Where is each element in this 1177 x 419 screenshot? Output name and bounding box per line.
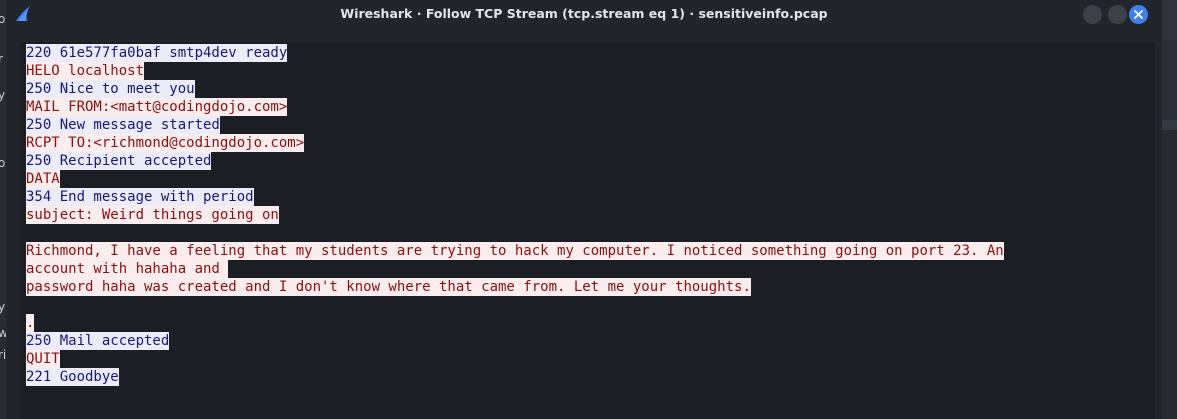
client-stream-line: . [26,314,1004,332]
stream-line-text: 354 End message with period [26,188,254,206]
stream-text-view[interactable]: 220 61e577fa0baf smtp4dev ready HELO loca… [20,42,1155,419]
stream-line-text: 250 Nice to meet you [26,80,195,98]
stream-line-text: account with hahaha and [26,260,229,278]
background-text-fragment: y [0,88,6,102]
server-stream-line: 354 End message with period [26,188,1004,206]
server-stream-line: 250 Nice to meet you [26,80,1004,98]
stream-line-text: MAIL FROM:<matt@codingdojo.com> [26,98,288,116]
background-window-edge-right [1162,0,1177,419]
background-text-fragment: y [0,300,6,314]
close-button[interactable] [1129,5,1148,24]
stream-line-text: 250 Recipient accepted [26,152,212,170]
stream-blank-line [26,224,1004,242]
client-stream-line: account with hahaha and [26,260,1004,278]
client-stream-line: subject: Weird things going on [26,206,1004,224]
stream-blank-line [26,296,1004,314]
client-stream-line: QUIT [26,350,1004,368]
background-text-fragment: o [0,12,6,26]
stream-line-text: Richmond, I have a feeling that my stude… [26,242,1004,260]
stream-line-text: . [26,314,35,332]
stream-line-text: 250 New message started [26,116,220,134]
background-text-fragment: r [0,52,3,66]
client-stream-line: Richmond, I have a feeling that my stude… [26,242,1004,260]
server-stream-line: 250 Mail accepted [26,332,1004,350]
client-stream-line: HELO localhost [26,62,1004,80]
stream-line-text: DATA [26,170,60,188]
client-stream-line: MAIL FROM:<matt@codingdojo.com> [26,98,1004,116]
stream-line-text: 250 Mail accepted [26,332,170,350]
stream-line-text: QUIT [26,350,60,368]
tcp-stream-content: 220 61e577fa0baf smtp4dev ready HELO loca… [26,44,1004,386]
maximize-button[interactable] [1108,5,1127,24]
stream-line-text: subject: Weird things going on [26,206,279,224]
stream-line-text: password haha was created and I don't kn… [26,278,751,296]
background-text-fragment: o [0,156,6,170]
stream-line-text: 221 Goodbye [26,368,119,386]
client-stream-line: RCPT TO:<richmond@codingdojo.com> [26,134,1004,152]
window-title: Wireshark · Follow TCP Stream (tcp.strea… [340,6,828,21]
follow-tcp-stream-window: Wireshark · Follow TCP Stream (tcp.strea… [6,0,1162,419]
server-stream-line: 250 Recipient accepted [26,152,1004,170]
minimize-button[interactable] [1083,5,1102,24]
server-stream-line: 220 61e577fa0baf smtp4dev ready [26,44,1004,62]
server-stream-line: 250 New message started [26,116,1004,134]
close-icon [1134,10,1143,19]
stream-line-text: RCPT TO:<richmond@codingdojo.com> [26,134,305,152]
title-bar[interactable]: Wireshark · Follow TCP Stream (tcp.strea… [6,0,1162,28]
client-stream-line: DATA [26,170,1004,188]
server-stream-line: 221 Goodbye [26,368,1004,386]
client-stream-line: password haha was created and I don't kn… [26,278,1004,296]
stream-line-text: HELO localhost [26,62,145,80]
stream-line-text: 220 61e577fa0baf smtp4dev ready [26,44,288,62]
